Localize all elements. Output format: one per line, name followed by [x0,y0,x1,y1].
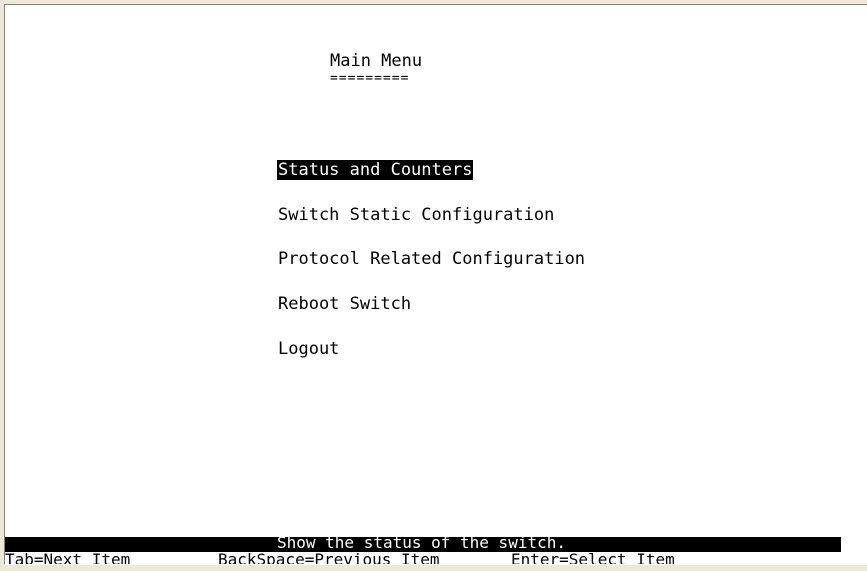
key-hint-tab: Tab=Next Item [5,550,131,565]
page-title: Main Menu [330,51,423,71]
key-hint-enter: Enter=Select Item [511,550,675,565]
menu-item-reboot-switch[interactable]: Reboot Switch [277,294,412,314]
key-hint-backspace: BackSpace=Previous Item [218,550,440,565]
terminal-screen: Main Menu ========= Status and Counters … [4,4,867,565]
menu-item-status-and-counters[interactable]: Status and Counters [277,160,474,180]
menu-item-logout[interactable]: Logout [277,339,340,359]
key-hint-bar: Tab=Next Item BackSpace=Previous Item En… [5,551,867,565]
menu-item-switch-static-configuration[interactable]: Switch Static Configuration [277,205,555,225]
terminal-window: Main Menu ========= Status and Counters … [0,0,867,571]
menu-item-protocol-related-configuration[interactable]: Protocol Related Configuration [277,249,586,269]
title-underline: ========= [330,71,410,86]
